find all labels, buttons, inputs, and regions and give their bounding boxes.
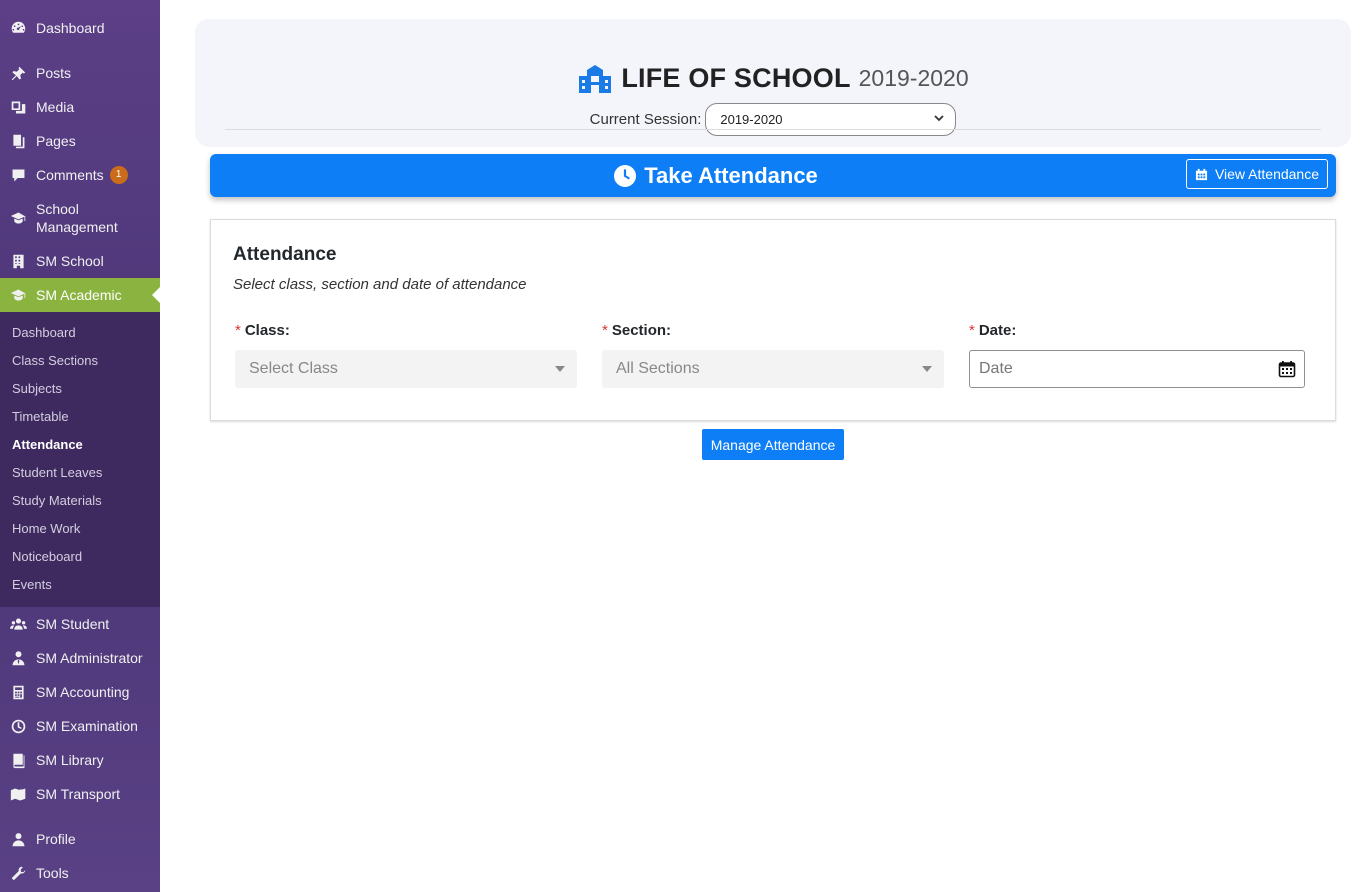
section-placeholder: All Sections	[616, 360, 700, 377]
graduation-cap-icon	[8, 208, 28, 228]
sidebar-item-label: SM Academic	[36, 287, 122, 303]
sidebar-item-label: SM Library	[36, 752, 104, 768]
media-icon	[8, 97, 28, 117]
caret-down-icon	[555, 366, 565, 372]
session-label: Current Session:	[589, 111, 702, 128]
date-input[interactable]: Date	[969, 350, 1305, 388]
user-icon	[8, 829, 28, 849]
sidebar-item-sm-student[interactable]: SM Student	[0, 607, 160, 641]
sidebar-item-sm-accounting[interactable]: SM Accounting	[0, 675, 160, 709]
sidebar-item-label: SM Transport	[36, 786, 121, 802]
sidebar-item-profile[interactable]: Profile	[0, 822, 160, 856]
view-attendance-button[interactable]: View Attendance	[1185, 159, 1328, 189]
pin-icon	[8, 63, 28, 83]
clock-icon	[614, 164, 637, 187]
sidebar-item-sm-administrator[interactable]: SM Administrator	[0, 641, 160, 675]
sidebar-item-sm-academic[interactable]: SM Academic	[0, 278, 160, 312]
header-divider	[225, 129, 1321, 130]
submenu-item-class-sections[interactable]: Class Sections	[12, 351, 98, 371]
school-header-card: LIFE OF SCHOOL 2019-2020 Current Session…	[195, 19, 1351, 147]
calendar-icon	[1195, 168, 1208, 180]
clock-icon	[8, 716, 28, 736]
map-icon	[8, 784, 28, 804]
submenu-item-student-leaves[interactable]: Student Leaves	[12, 463, 102, 483]
graduation-cap-icon	[8, 285, 28, 305]
submenu-item-timetable[interactable]: Timetable	[12, 407, 69, 427]
submenu-item-study-materials[interactable]: Study Materials	[12, 491, 102, 511]
sidebar-item-label: Tools	[36, 865, 69, 881]
session-select[interactable]: 2019-2020	[705, 103, 957, 136]
sidebar-item-media[interactable]: Media	[0, 90, 160, 124]
calculator-icon	[8, 682, 28, 702]
submenu-item-events[interactable]: Events	[12, 575, 52, 595]
calendar-icon[interactable]	[1278, 360, 1296, 378]
sidebar-item-label: SM Examination	[36, 718, 138, 734]
sidebar-item-label: Media	[36, 99, 75, 115]
required-mark: *	[969, 322, 975, 339]
sidebar-item-dashboard[interactable]: Dashboard	[0, 11, 160, 45]
sidebar-item-pages[interactable]: Pages	[0, 124, 160, 158]
class-label: * Class:	[235, 322, 290, 339]
sidebar-item-label: SM Student	[36, 616, 110, 632]
date-placeholder: Date	[979, 360, 1013, 377]
sidebar-item-label: SM Accounting	[36, 684, 130, 700]
required-mark: *	[235, 322, 241, 339]
take-attendance-label: Take Attendance	[644, 162, 818, 188]
book-icon	[8, 750, 28, 770]
school-year: 2019-2020	[858, 65, 969, 91]
session-value: 2019-2020	[720, 112, 783, 127]
sidebar-item-sm-school[interactable]: SM School	[0, 244, 160, 278]
form-title: Attendance	[233, 244, 337, 265]
sidebar-item-label: Pages	[36, 133, 76, 149]
sidebar-item-posts[interactable]: Posts	[0, 56, 160, 90]
admin-sidebar: Dashboard Posts Media Pages Comments 1 S…	[0, 0, 160, 892]
sidebar-item-label: School Management	[36, 201, 118, 235]
attendance-form-card: Attendance Select class, section and dat…	[210, 219, 1336, 421]
sidebar-item-label: SM School	[36, 253, 104, 269]
sidebar-item-comments[interactable]: Comments 1	[0, 158, 160, 192]
dashboard-icon	[8, 18, 28, 38]
sidebar-item-label: Profile	[36, 831, 76, 847]
class-select[interactable]: Select Class	[235, 350, 577, 388]
sidebar-item-sm-transport[interactable]: SM Transport	[0, 777, 160, 811]
date-label: * Date:	[969, 322, 1017, 339]
users-icon	[8, 614, 28, 634]
sidebar-item-tools[interactable]: Tools	[0, 856, 160, 890]
take-attendance-title: Take Attendance	[210, 154, 1222, 197]
building-icon	[8, 251, 28, 271]
user-tie-icon	[8, 648, 28, 668]
section-label: * Section:	[602, 322, 672, 339]
required-mark: *	[602, 322, 608, 339]
sidebar-item-label: Comments	[36, 167, 104, 183]
school-title: LIFE OF SCHOOL 2019-2020	[195, 63, 1351, 99]
sidebar-item-school-management[interactable]: School Management	[0, 196, 160, 240]
sidebar-item-label: Dashboard	[36, 20, 105, 36]
comment-icon	[8, 165, 28, 185]
comment-count-badge: 1	[109, 166, 128, 184]
manage-attendance-button[interactable]: Manage Attendance	[702, 429, 844, 460]
class-placeholder: Select Class	[249, 360, 338, 377]
sidebar-item-label: Posts	[36, 65, 72, 81]
submenu-item-attendance[interactable]: Attendance	[12, 435, 83, 455]
chevron-down-icon	[934, 115, 944, 122]
take-attendance-bar: Take Attendance View Attendance	[210, 154, 1336, 197]
form-subtitle: Select class, section and date of attend…	[233, 276, 527, 293]
submenu-item-subjects[interactable]: Subjects	[12, 379, 62, 399]
school-icon	[577, 64, 621, 94]
sidebar-item-sm-library[interactable]: SM Library	[0, 743, 160, 777]
submenu-item-dashboard[interactable]: Dashboard	[12, 323, 76, 343]
submenu-item-noticeboard[interactable]: Noticeboard	[12, 547, 82, 567]
wrench-icon	[8, 863, 28, 883]
sidebar-item-label: SM Administrator	[36, 650, 143, 666]
school-name: LIFE OF SCHOOL	[621, 63, 851, 93]
submenu-item-home-work[interactable]: Home Work	[12, 519, 80, 539]
sm-academic-submenu: Dashboard Class Sections Subjects Timeta…	[0, 312, 160, 607]
view-attendance-label: View Attendance	[1214, 166, 1319, 182]
sidebar-item-sm-examination[interactable]: SM Examination	[0, 709, 160, 743]
caret-down-icon	[922, 366, 932, 372]
session-row: Current Session: 2019-2020	[195, 103, 1351, 136]
pages-icon	[8, 131, 28, 151]
section-select[interactable]: All Sections	[602, 350, 944, 388]
